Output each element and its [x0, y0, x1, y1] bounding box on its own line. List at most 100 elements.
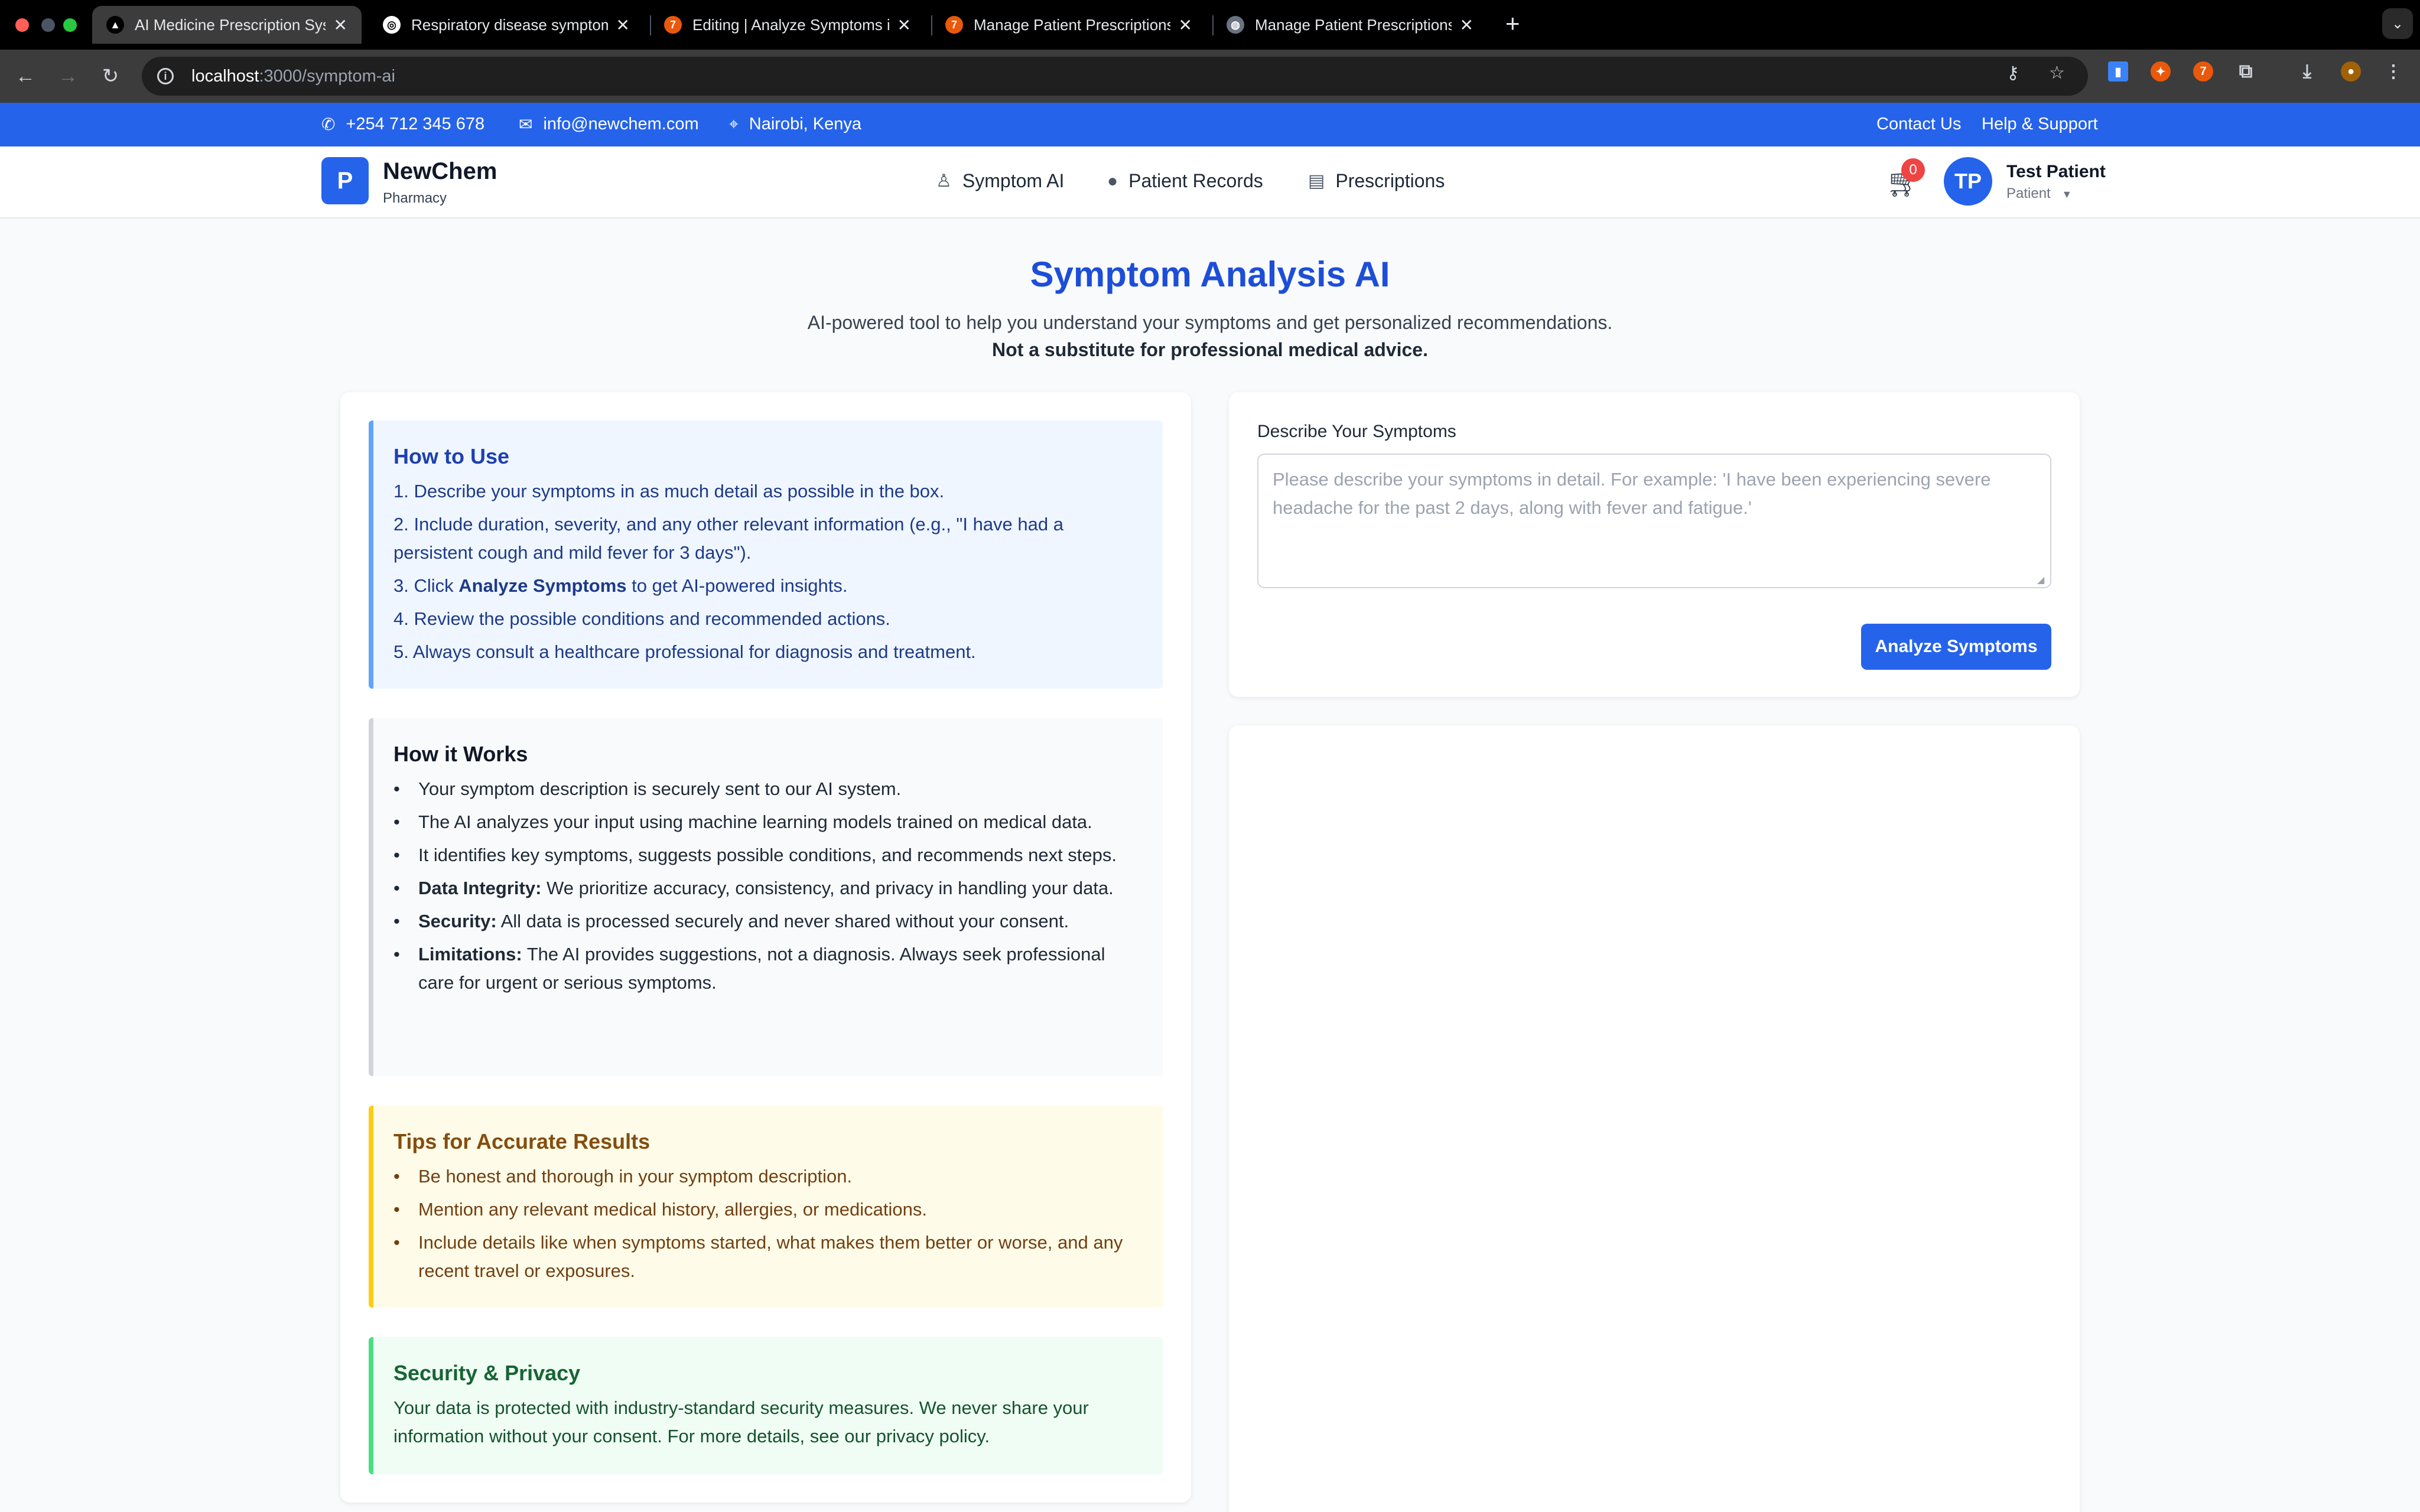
tab-title: Respiratory disease symptom	[411, 15, 608, 34]
tab-title: Editing | Analyze Symptoms i	[692, 15, 889, 34]
browser-menu-icon[interactable]: ⋮	[2383, 61, 2403, 82]
url-path: :3000/symptom-ai	[259, 66, 395, 86]
browser-tab-4[interactable]: 7 Manage Patient Prescriptions ✕	[931, 6, 1206, 44]
help-support-link[interactable]: Help & Support	[1982, 115, 2098, 134]
item-emphasis: Data Integrity:	[418, 878, 542, 898]
list-item: Security: All data is processed securely…	[393, 907, 1143, 936]
how-it-works-list: Your symptom description is securely sen…	[393, 775, 1143, 997]
browser-tab-2[interactable]: ◎ Respiratory disease symptom ✕	[369, 6, 644, 44]
extension-app-icon[interactable]: 7	[2193, 61, 2213, 82]
list-item: Be honest and thorough in your symptom d…	[393, 1162, 1143, 1191]
extension-fox-icon[interactable]: ✦	[2151, 61, 2171, 82]
analyze-symptoms-button[interactable]: Analyze Symptoms	[1861, 624, 2051, 670]
key-icon[interactable]: ⚷	[2006, 63, 2019, 83]
tab-title: Manage Patient Prescriptions	[974, 15, 1170, 34]
step-item: 4. Review the possible conditions and re…	[393, 608, 890, 629]
prescription-file-icon: ▤	[1308, 171, 1325, 191]
page-title: Symptom Analysis AI	[1030, 255, 1390, 294]
nav-label: Prescriptions	[1335, 170, 1445, 191]
resize-handle-icon[interactable]: ◢	[2037, 574, 2049, 586]
window-close-button[interactable]	[15, 18, 29, 32]
list-item: Include details like when symptoms start…	[393, 1228, 1143, 1285]
nav-prescriptions[interactable]: ▤ Prescriptions	[1308, 170, 1445, 192]
contact-us-link[interactable]: Contact Us	[1876, 115, 1961, 134]
tips-list: Be honest and thorough in your symptom d…	[393, 1162, 1143, 1285]
close-tab-icon[interactable]: ✕	[897, 15, 911, 35]
pharmacy-logo[interactable]: P	[321, 157, 369, 204]
close-tab-icon[interactable]: ✕	[1179, 15, 1192, 35]
close-tab-icon[interactable]: ✕	[334, 15, 347, 35]
reload-button[interactable]: ↻	[97, 63, 124, 90]
results-card	[1229, 725, 2080, 1512]
user-icon: ●	[1107, 171, 1118, 191]
phone-text: +254 712 345 678	[346, 115, 485, 133]
profile-avatar-icon[interactable]: ●	[2341, 61, 2361, 82]
tab-title: AI Medicine Prescription Syst	[135, 15, 326, 34]
tab-search-button[interactable]: ⌄	[2382, 8, 2413, 39]
security-privacy-panel: Security & Privacy Your data is protecte…	[369, 1337, 1163, 1474]
location-text: Nairobi, Kenya	[749, 115, 861, 133]
nav-patient-records[interactable]: ● Patient Records	[1107, 170, 1263, 192]
user-name[interactable]: Test Patient	[2006, 162, 2106, 182]
cart-count-badge: 0	[1901, 158, 1925, 182]
star-icon[interactable]: ☆	[2049, 63, 2065, 83]
list-item: It identifies key symptoms, suggests pos…	[393, 841, 1143, 869]
user-role: Patient	[2006, 185, 2051, 201]
security-privacy-heading: Security & Privacy	[393, 1361, 581, 1385]
how-to-use-panel: How to Use 1. Describe your symptoms in …	[369, 421, 1163, 689]
symptoms-input[interactable]	[1257, 454, 2051, 588]
list-item: Mention any relevant medical history, al…	[393, 1195, 1143, 1224]
medical-disclaimer: Not a substitute for professional medica…	[992, 339, 1428, 360]
window-zoom-button[interactable]	[63, 18, 77, 32]
phone-contact: ✆ +254 712 345 678	[321, 115, 484, 134]
nav-label: Symptom AI	[962, 170, 1065, 191]
user-avatar[interactable]: TP	[1944, 157, 1992, 206]
list-item: Your symptom description is securely sen…	[393, 775, 1143, 803]
envelope-icon: ✉	[519, 115, 533, 133]
how-to-use-heading: How to Use	[393, 444, 510, 468]
tips-panel: Tips for Accurate Results Be honest and …	[369, 1106, 1163, 1308]
browser-tab-3[interactable]: 7 Editing | Analyze Symptoms i ✕	[650, 6, 925, 44]
extension-docs-icon[interactable]: ▮	[2108, 61, 2128, 82]
step-item: 5. Always consult a healthcare professio…	[393, 641, 976, 662]
openai-icon: ◎	[383, 16, 401, 34]
download-icon[interactable]: ⤓	[2297, 60, 2317, 82]
app-icon: 7	[945, 16, 963, 34]
location-contact: ⌖ Nairobi, Kenya	[729, 115, 861, 134]
extensions-puzzle-icon[interactable]: ⧉	[2236, 60, 2256, 82]
list-item: Data Integrity: We prioritize accuracy, …	[393, 874, 1143, 902]
window-minimize-button[interactable]	[41, 18, 55, 32]
user-role-dropdown[interactable]: Patient ▼	[2006, 185, 2072, 202]
nav-symptom-ai[interactable]: ♙ Symptom AI	[936, 170, 1064, 192]
tab-title: Manage Patient Prescriptions	[1255, 15, 1452, 34]
url-host: localhost	[191, 66, 259, 86]
brand-subtitle: Pharmacy	[383, 190, 447, 206]
nav-label: Patient Records	[1128, 170, 1263, 191]
map-pin-icon: ⌖	[729, 115, 739, 133]
brand-name[interactable]: NewChem	[383, 158, 497, 185]
item-text: We prioritize accuracy, consistency, and…	[541, 878, 1114, 898]
back-button[interactable]: ←	[12, 63, 39, 90]
browser-tab-1[interactable]: ▲ AI Medicine Prescription Syst ✕	[92, 6, 362, 44]
close-tab-icon[interactable]: ✕	[616, 15, 630, 35]
step-text: to get AI-powered insights.	[626, 575, 848, 596]
site-header: P NewChem Pharmacy ♙ Symptom AI ● Patien…	[0, 146, 2420, 219]
list-item: Limitations: The AI provides suggestions…	[393, 940, 1143, 997]
address-bar[interactable]: i localhost:3000/symptom-ai	[142, 57, 2088, 96]
close-tab-icon[interactable]: ✕	[1460, 15, 1474, 35]
globe-icon: ◍	[1227, 16, 1244, 34]
item-emphasis: Limitations:	[418, 944, 522, 964]
site-info-icon[interactable]: i	[157, 68, 174, 84]
page-subtitle: AI-powered tool to help you understand y…	[807, 312, 1613, 333]
user-doctor-icon: ♙	[936, 171, 952, 191]
how-to-use-steps: 1. Describe your symptoms in as much det…	[393, 477, 1143, 666]
step-item: 2. Include duration, severity, and any o…	[393, 514, 1063, 563]
step-emphasis: Analyze Symptoms	[458, 575, 627, 596]
step-item: 1. Describe your symptoms in as much det…	[393, 481, 945, 501]
new-tab-button[interactable]: +	[1505, 9, 1520, 38]
email-text: info@newchem.com	[543, 115, 699, 133]
browser-tabstrip: ▲ AI Medicine Prescription Syst ✕ ◎ Resp…	[0, 0, 2420, 50]
forward-button[interactable]: →	[54, 63, 82, 90]
browser-tab-5[interactable]: ◍ Manage Patient Prescriptions ✕	[1212, 6, 1488, 44]
how-it-works-heading: How it Works	[393, 742, 528, 766]
